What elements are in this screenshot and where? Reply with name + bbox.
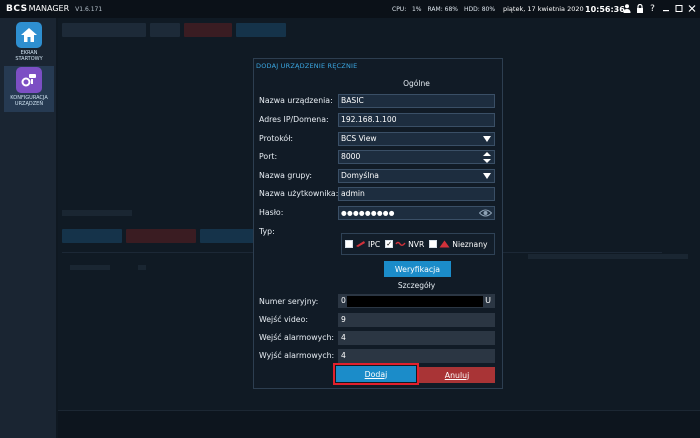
home-icon [16, 22, 42, 48]
chevron-down-icon [483, 136, 491, 142]
hdd-label: HDD: [464, 5, 480, 13]
minimize-icon[interactable] [661, 2, 670, 15]
section-details-heading: Szczegóły [397, 281, 436, 290]
device-name-value: BASIC [341, 96, 364, 105]
username-label: Nazwa użytkownika: [259, 189, 339, 198]
ipc-checkbox[interactable] [345, 240, 353, 248]
serial-value-start: 0 [341, 296, 346, 305]
dialog-title: DODAJ URZĄDZENIE RĘCZNIE [256, 62, 358, 70]
protocol-value: BCS View [341, 134, 377, 143]
unknown-checkbox[interactable] [429, 240, 438, 248]
type-option-ipc[interactable]: IPC [345, 240, 380, 249]
app-logo: BCS MANAGER V1.6.171 [6, 4, 102, 14]
cpu-value: 1% [411, 5, 422, 13]
background-tab [184, 23, 232, 37]
user-icon[interactable] [622, 2, 631, 15]
verify-button[interactable]: Weryfikacja [384, 261, 451, 277]
chevron-down-icon [483, 173, 491, 179]
password-input[interactable]: ●●●●●●●●● [338, 206, 495, 220]
help-icon[interactable]: ? [648, 2, 657, 15]
cancel-button[interactable]: Anuluj [419, 367, 495, 383]
type-option-unknown[interactable]: Nieznany [429, 239, 488, 249]
title-bar: BCS MANAGER V1.6.171 CPU: 1% RAM: 68% HD… [0, 0, 700, 18]
device-type-group: IPC ✓ NVR Nieznany [341, 233, 495, 255]
device-name-input[interactable]: BASIC [338, 94, 495, 108]
group-value: Domyślna [341, 171, 379, 180]
cpu-label: CPU: [392, 5, 407, 13]
background-button [62, 229, 122, 243]
background-text [70, 265, 110, 270]
close-icon[interactable] [687, 2, 696, 15]
brand-rest: MANAGER [28, 4, 70, 13]
background-tab [236, 23, 286, 37]
alarm-inputs-label: Wejść alarmowych: [259, 333, 335, 342]
username-value: admin [341, 189, 365, 198]
background-text [62, 210, 132, 216]
spinner-icon[interactable] [483, 152, 491, 163]
app-version: V1.6.171 [75, 6, 103, 13]
sidebar-item-label: URZĄDZEŃ [14, 101, 44, 107]
brand-bold: BCS [6, 4, 28, 14]
password-label: Hasło: [259, 208, 284, 217]
background-text [138, 265, 146, 270]
username-input[interactable]: admin [338, 187, 495, 201]
serial-label: Numer seryjny: [259, 297, 319, 306]
background-button [200, 229, 258, 243]
group-select[interactable]: Domyślna [338, 169, 495, 183]
video-inputs-field: 9 [338, 313, 495, 327]
warning-icon [439, 240, 450, 248]
video-inputs-value: 9 [341, 315, 346, 324]
maximize-icon[interactable] [674, 2, 683, 15]
port-stepper[interactable]: 8000 [338, 150, 495, 164]
address-input[interactable]: 192.168.1.100 [338, 113, 495, 127]
sidebar-item-home[interactable]: EKRAN STARTOWY [4, 22, 54, 68]
clock-display: 10:56:36 [585, 4, 625, 14]
recorder-icon [395, 241, 406, 246]
background-button [126, 229, 196, 243]
background-text [528, 254, 688, 259]
video-inputs-label: Wejść video: [259, 315, 308, 324]
add-device-dialog: DODAJ URZĄDZENIE RĘCZNIE Ogólne Nazwa ur… [253, 58, 503, 389]
alarm-outputs-label: Wyjść alarmowych: [259, 351, 335, 360]
unknown-label: Nieznany [452, 239, 488, 249]
redacted-block [347, 296, 483, 307]
sidebar-item-device-config[interactable]: KONFIGURACJA URZĄDZEŃ [4, 66, 54, 112]
ram-value: 68% [444, 5, 458, 13]
background-tab [62, 23, 146, 37]
nvr-label: NVR [408, 239, 425, 249]
protocol-select[interactable]: BCS View [338, 132, 495, 146]
port-value: 8000 [341, 152, 361, 161]
protocol-label: Protokół: [259, 134, 294, 143]
nvr-checkbox[interactable]: ✓ [385, 240, 394, 248]
camera-icon [356, 241, 365, 247]
alarm-outputs-field: 4 [338, 349, 495, 363]
ram-label: RAM: [427, 5, 443, 13]
address-value: 192.168.1.100 [341, 115, 397, 124]
port-label: Port: [259, 152, 278, 161]
ipc-label: IPC [368, 239, 381, 249]
alarm-inputs-value: 4 [341, 333, 346, 342]
alarm-outputs-value: 4 [341, 351, 346, 360]
system-stats: CPU: 1% RAM: 68% HDD: 80% [392, 0, 495, 18]
hdd-value: 80% [481, 5, 496, 13]
device-name-label: Nazwa urządzenia: [259, 96, 333, 105]
group-label: Nazwa grupy: [259, 171, 313, 180]
devices-config-icon [16, 67, 42, 93]
date-display: piątek, 17 kwietnia 2020 [503, 5, 584, 13]
sidebar: EKRAN STARTOWY KONFIGURACJA URZĄDZEŃ [0, 18, 56, 438]
type-label: Typ: [259, 227, 275, 236]
serial-value-end: U [485, 296, 491, 305]
lock-icon[interactable] [635, 2, 644, 15]
type-option-nvr[interactable]: ✓ NVR [385, 240, 424, 249]
password-value: ●●●●●●●●● [341, 209, 395, 217]
address-label: Adres IP/Domena: [259, 115, 329, 124]
background-tab [150, 23, 180, 37]
section-general-heading: Ogólne [403, 79, 430, 88]
alarm-inputs-field: 4 [338, 331, 495, 345]
footer-bar [58, 410, 700, 438]
add-button[interactable]: Dodaj [333, 363, 419, 385]
serial-field: 0 U [338, 294, 495, 308]
eye-icon[interactable] [478, 208, 493, 218]
sidebar-item-label: STARTOWY [15, 56, 43, 62]
